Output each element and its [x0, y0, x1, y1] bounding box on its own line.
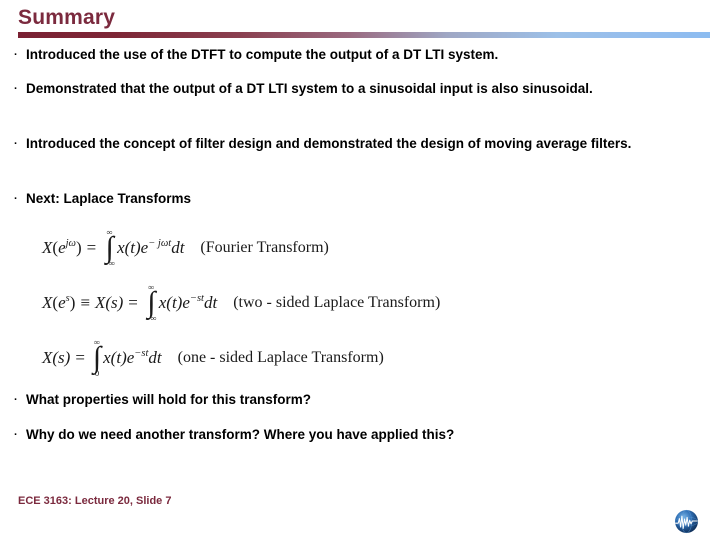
- integral-lower-limit: 0: [94, 368, 100, 378]
- integral-lower-limit: −∞: [145, 313, 157, 323]
- integrand-superscript: − jωt: [148, 238, 172, 249]
- bullet-marker: ·: [14, 49, 18, 61]
- bullet-item: · Demonstrated that the output of a DT L…: [14, 79, 692, 99]
- equation-lhs-symbol: X: [42, 237, 53, 257]
- bullet-marker: ·: [14, 83, 18, 95]
- bullet-marker: ·: [14, 193, 18, 205]
- equals-sign: =: [86, 237, 97, 257]
- exp-base: e: [58, 237, 66, 257]
- integrand: x(t)e: [158, 292, 190, 312]
- bullet-text: Why do we need another transform? Where …: [26, 427, 455, 442]
- title-divider: [18, 32, 710, 38]
- integrand: x(t)e: [103, 347, 135, 367]
- equation-caption: (two - sided Laplace Transform): [233, 293, 441, 311]
- bullet-text: What properties will hold for this trans…: [26, 392, 312, 407]
- integrand-superscript: −st: [189, 293, 204, 304]
- equation-lhs-alt: X(s): [42, 347, 71, 367]
- differential: dt: [148, 347, 162, 367]
- bullet-text: Demonstrated that the output of a DT LTI…: [26, 81, 593, 96]
- equation-lhs-alt: X(s): [94, 292, 124, 312]
- integral-glyph: ∫: [147, 286, 156, 319]
- equals-sign: =: [75, 347, 85, 367]
- equation-lhs-symbol: X: [42, 292, 53, 312]
- bullet-item: · Next: Laplace Transforms: [14, 189, 654, 209]
- equals-sign: =: [128, 292, 138, 312]
- differential: dt: [203, 292, 218, 312]
- exp-superscript: s: [65, 293, 70, 304]
- bullet-item: · Why do we need another transform? Wher…: [14, 425, 674, 445]
- bullet-item: · Introduced the concept of filter desig…: [14, 134, 654, 154]
- globe-waveform-logo: [673, 508, 700, 535]
- exp-superscript: jω: [65, 238, 76, 249]
- paren-close: ): [75, 237, 82, 257]
- integral-symbol: ∞ ∫ −∞: [145, 283, 157, 323]
- integral-symbol: ∞ ∫ 0: [92, 338, 102, 378]
- equation-one-sided-laplace: X(s) = ∞ ∫ 0 x(t)e −st dt (one - sided La…: [42, 338, 384, 378]
- bullet-text: Introduced the concept of filter design …: [26, 136, 632, 151]
- bullet-text: Next: Laplace Transforms: [26, 191, 192, 206]
- page-title: Summary: [18, 6, 116, 29]
- integral-glyph: ∫: [105, 231, 114, 264]
- slide-canvas: Summary · Introduced the use of the DTFT…: [0, 0, 720, 540]
- bullet-item: · Introduced the use of the DTFT to comp…: [14, 45, 684, 65]
- integrand-superscript: −st: [134, 348, 149, 359]
- bullet-marker: ·: [14, 138, 18, 150]
- equation-caption: (Fourier Transform): [200, 238, 329, 256]
- integral-symbol: ∞ ∫ −∞: [104, 228, 116, 268]
- paren-close: ): [69, 292, 76, 312]
- bullet-item: · What properties will hold for this tra…: [14, 390, 654, 410]
- exp-base: e: [58, 292, 66, 312]
- integral-lower-limit: −∞: [104, 258, 116, 268]
- bullet-marker: ·: [14, 429, 18, 441]
- equation-two-sided-laplace: X(e s) ≡ X(s) = ∞ ∫ −∞ x(t)e −st dt (two -…: [42, 283, 441, 323]
- differential: dt: [171, 237, 185, 257]
- bullet-text: Introduced the use of the DTFT to comput…: [26, 47, 499, 62]
- identity-sign: ≡: [80, 292, 90, 312]
- integral-glyph: ∫: [92, 341, 102, 374]
- equation-fourier-transform: X(e jω) = ∞ ∫ −∞ x(t)e − jωt dt (Fourier T…: [42, 228, 329, 268]
- equation-caption: (one - sided Laplace Transform): [177, 348, 384, 366]
- bullet-marker: ·: [14, 394, 18, 406]
- footer-text: ECE 3163: Lecture 20, Slide 7: [18, 495, 172, 507]
- integrand: x(t)e: [117, 237, 149, 257]
